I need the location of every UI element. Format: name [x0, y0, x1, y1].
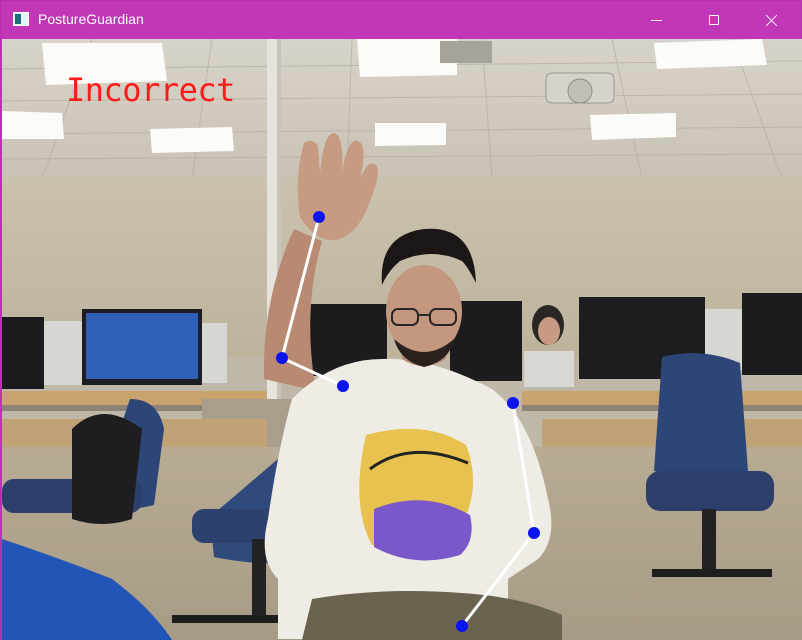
title-bar[interactable]: PostureGuardian: [1, 1, 801, 39]
posture-status-label: Incorrect: [66, 71, 235, 109]
keypoint-left-shoulder: [337, 380, 349, 392]
close-icon: [766, 14, 778, 26]
maximize-icon: [709, 15, 719, 25]
keypoint-left-elbow: [276, 352, 288, 364]
minimize-button[interactable]: [627, 1, 685, 39]
app-window: PostureGuardian Incorrect: [0, 0, 802, 640]
window-title: PostureGuardian: [38, 11, 144, 27]
keypoint-left-wrist: [313, 211, 325, 223]
camera-feed: Incorrect: [2, 39, 802, 640]
camera-scene: [2, 39, 802, 640]
maximize-button[interactable]: [685, 1, 743, 39]
minimize-icon: [650, 19, 662, 21]
keypoint-right-wrist: [456, 620, 468, 632]
app-window-icon: [13, 12, 29, 26]
close-button[interactable]: [743, 1, 801, 39]
keypoint-right-elbow: [528, 527, 540, 539]
keypoint-right-shoulder: [507, 397, 519, 409]
